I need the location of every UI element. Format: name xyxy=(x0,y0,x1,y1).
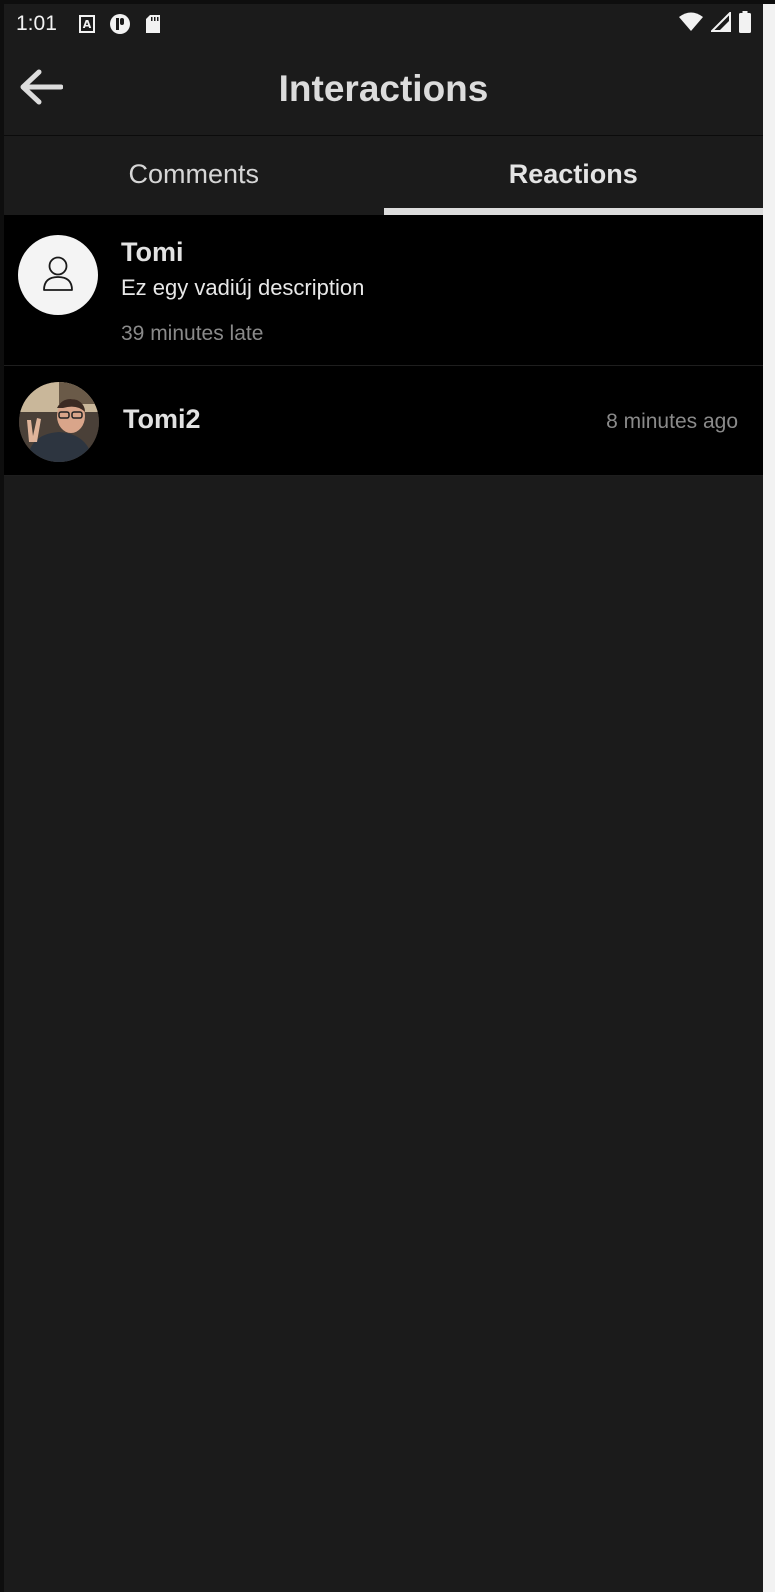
page-title: Interactions xyxy=(278,68,489,109)
tab-comments[interactable]: Comments xyxy=(4,137,384,215)
keyboard-a-icon: A xyxy=(78,15,95,33)
tab-reactions[interactable]: Reactions xyxy=(383,137,764,215)
avatar[interactable] xyxy=(19,382,99,462)
status-time: 1:01 xyxy=(16,12,57,35)
avatar[interactable] xyxy=(18,235,98,315)
default-user-icon xyxy=(41,254,75,297)
status-bar: 1:01 A xyxy=(4,4,763,44)
svg-text:A: A xyxy=(83,18,92,31)
user-name: Tomi xyxy=(121,237,184,267)
interactions-list: Tomi Ez egy vadiúj description 39 minute… xyxy=(4,215,763,476)
wifi-icon xyxy=(679,12,703,37)
list-item[interactable]: Tomi Ez egy vadiúj description 39 minute… xyxy=(4,215,763,366)
top-app-bar: Interactions xyxy=(4,44,763,136)
signal-icon xyxy=(709,10,731,37)
timestamp: 8 minutes ago xyxy=(606,410,738,433)
user-name: Tomi2 xyxy=(123,404,201,434)
list-item[interactable]: Tomi2 8 minutes ago xyxy=(4,366,763,476)
sd-card-icon xyxy=(145,14,161,34)
timestamp: 39 minutes late xyxy=(121,322,264,345)
sync-icon xyxy=(109,13,131,35)
profile-photo xyxy=(19,382,99,462)
battery-icon xyxy=(739,10,751,38)
comment-text: Ez egy vadiúj description xyxy=(121,275,365,300)
tab-bar: Comments Reactions xyxy=(4,137,763,215)
